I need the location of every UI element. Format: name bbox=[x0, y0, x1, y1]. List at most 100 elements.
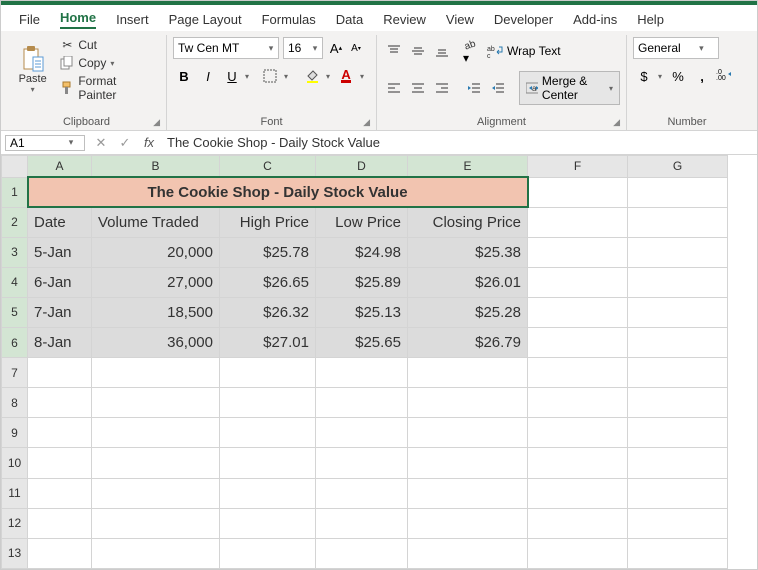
cell[interactable] bbox=[408, 538, 528, 568]
cell[interactable]: $25.89 bbox=[316, 267, 408, 297]
cell[interactable]: $25.78 bbox=[220, 237, 316, 267]
cell[interactable]: 6-Jan bbox=[28, 267, 92, 297]
cell[interactable] bbox=[28, 388, 92, 418]
cell[interactable]: 20,000 bbox=[92, 237, 220, 267]
cell[interactable] bbox=[28, 538, 92, 568]
cell[interactable] bbox=[408, 358, 528, 388]
font-color-button[interactable]: A bbox=[335, 65, 357, 87]
cell[interactable] bbox=[316, 508, 408, 538]
orientation-button[interactable]: ab bbox=[463, 37, 477, 51]
cell-header-volume[interactable]: Volume Traded bbox=[92, 207, 220, 237]
cell[interactable] bbox=[220, 478, 316, 508]
increase-indent-button[interactable] bbox=[487, 77, 509, 99]
align-left-button[interactable] bbox=[383, 77, 405, 99]
cell[interactable] bbox=[92, 538, 220, 568]
align-center-button[interactable] bbox=[407, 77, 429, 99]
cell[interactable] bbox=[528, 207, 628, 237]
cell-header-high[interactable]: High Price bbox=[220, 207, 316, 237]
select-all-corner[interactable] bbox=[2, 156, 28, 178]
cell[interactable] bbox=[28, 448, 92, 478]
cell[interactable] bbox=[628, 328, 728, 358]
increase-font-button[interactable]: A▴ bbox=[327, 39, 345, 57]
cell[interactable] bbox=[528, 177, 628, 207]
font-name-combo[interactable]: ▾ bbox=[173, 37, 279, 59]
menu-file[interactable]: File bbox=[9, 9, 50, 30]
menu-developer[interactable]: Developer bbox=[484, 9, 563, 30]
cell[interactable] bbox=[628, 297, 728, 327]
comma-format-button[interactable]: , bbox=[691, 65, 713, 87]
formula-bar-text[interactable]: The Cookie Shop - Daily Stock Value bbox=[161, 135, 757, 150]
wrap-text-button[interactable]: abc Wrap Text bbox=[487, 44, 561, 58]
row-header-12[interactable]: 12 bbox=[2, 508, 28, 538]
format-painter-button[interactable]: Format Painter bbox=[56, 73, 160, 103]
cell[interactable] bbox=[628, 267, 728, 297]
cell[interactable] bbox=[408, 418, 528, 448]
cell[interactable] bbox=[528, 267, 628, 297]
merge-center-button[interactable]: a Merge & Center ▾ bbox=[519, 71, 620, 105]
chevron-down-icon[interactable]: ▾ bbox=[323, 72, 333, 81]
cell[interactable] bbox=[92, 358, 220, 388]
cell[interactable]: 8-Jan bbox=[28, 328, 92, 358]
align-bottom-button[interactable] bbox=[431, 40, 453, 62]
cell[interactable] bbox=[628, 508, 728, 538]
cell[interactable] bbox=[92, 478, 220, 508]
row-header-13[interactable]: 13 bbox=[2, 538, 28, 568]
cell[interactable]: $25.65 bbox=[316, 328, 408, 358]
cell[interactable]: 5-Jan bbox=[28, 237, 92, 267]
menu-view[interactable]: View bbox=[436, 9, 484, 30]
cell[interactable]: $27.01 bbox=[220, 328, 316, 358]
dialog-launcher-icon[interactable]: ◢ bbox=[153, 117, 160, 128]
cell[interactable] bbox=[628, 478, 728, 508]
cell[interactable] bbox=[28, 418, 92, 448]
font-size-input[interactable] bbox=[284, 41, 308, 55]
align-top-button[interactable] bbox=[383, 40, 405, 62]
cell[interactable]: $25.28 bbox=[408, 297, 528, 327]
cell[interactable] bbox=[628, 388, 728, 418]
row-header-1[interactable]: 1 bbox=[2, 177, 28, 207]
menu-add-ins[interactable]: Add-ins bbox=[563, 9, 627, 30]
spreadsheet-grid[interactable]: A B C D E F G 1 The Cookie Shop - Daily … bbox=[1, 155, 757, 569]
row-header-5[interactable]: 5 bbox=[2, 297, 28, 327]
cell[interactable] bbox=[28, 508, 92, 538]
cell[interactable] bbox=[628, 538, 728, 568]
cell[interactable]: $26.65 bbox=[220, 267, 316, 297]
menu-review[interactable]: Review bbox=[373, 9, 436, 30]
chevron-down-icon[interactable]: ▾ bbox=[264, 43, 278, 54]
cell[interactable] bbox=[628, 448, 728, 478]
align-right-button[interactable] bbox=[431, 77, 453, 99]
cell[interactable] bbox=[628, 207, 728, 237]
name-box[interactable]: ▾ bbox=[5, 135, 85, 151]
cell[interactable]: $26.01 bbox=[408, 267, 528, 297]
cancel-formula-button[interactable]: ✕ bbox=[89, 135, 113, 151]
cell[interactable] bbox=[220, 418, 316, 448]
cell[interactable] bbox=[316, 358, 408, 388]
menu-home[interactable]: Home bbox=[50, 7, 106, 32]
cell[interactable] bbox=[628, 418, 728, 448]
cell[interactable] bbox=[316, 538, 408, 568]
cell[interactable] bbox=[316, 478, 408, 508]
row-header-3[interactable]: 3 bbox=[2, 237, 28, 267]
cell[interactable]: 27,000 bbox=[92, 267, 220, 297]
increase-decimal-button[interactable]: .0.00 bbox=[715, 65, 733, 83]
cell-title[interactable]: The Cookie Shop - Daily Stock Value bbox=[28, 177, 528, 207]
cell[interactable] bbox=[28, 358, 92, 388]
font-size-combo[interactable]: ▾ bbox=[283, 37, 323, 59]
cell[interactable] bbox=[528, 358, 628, 388]
row-header-8[interactable]: 8 bbox=[2, 388, 28, 418]
chevron-down-icon[interactable]: ▾ bbox=[281, 72, 291, 81]
cell[interactable] bbox=[408, 478, 528, 508]
cell[interactable]: $26.79 bbox=[408, 328, 528, 358]
chevron-down-icon[interactable]: ▾ bbox=[245, 72, 249, 81]
cell[interactable]: $26.32 bbox=[220, 297, 316, 327]
cell[interactable] bbox=[528, 388, 628, 418]
font-name-input[interactable] bbox=[174, 41, 264, 55]
name-box-input[interactable] bbox=[6, 136, 64, 150]
cell[interactable]: 36,000 bbox=[92, 328, 220, 358]
dialog-launcher-icon[interactable]: ◢ bbox=[363, 117, 370, 128]
cut-button[interactable]: ✂ Cut bbox=[56, 37, 160, 53]
menu-insert[interactable]: Insert bbox=[106, 9, 159, 30]
cell[interactable] bbox=[408, 448, 528, 478]
cell[interactable] bbox=[220, 448, 316, 478]
col-header-d[interactable]: D bbox=[316, 156, 408, 178]
row-header-4[interactable]: 4 bbox=[2, 267, 28, 297]
